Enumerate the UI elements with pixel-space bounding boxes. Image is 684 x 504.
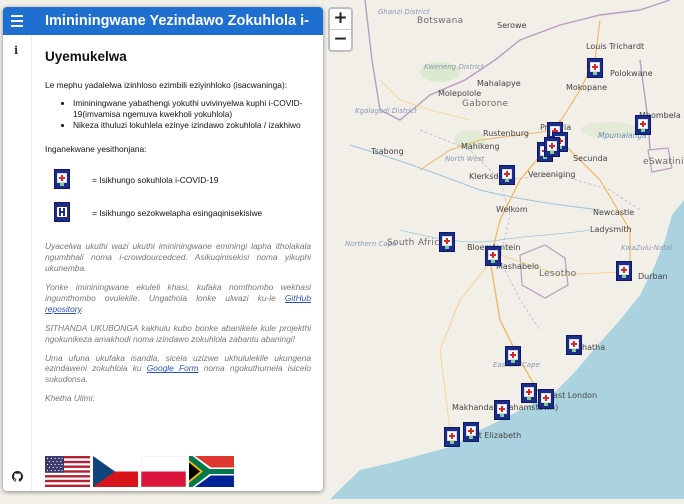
place-label: Mokopane [566,83,608,92]
place-label: eSwatini [643,157,684,167]
covid-testing-marker[interactable] [566,335,582,355]
legend-label: = Isikhungo sezokwelapha esingaqinisekis… [92,208,263,219]
covid-testing-marker[interactable] [538,389,554,409]
covid-testing-marker[interactable] [587,58,603,78]
open-source-text-start: Yonke imininingwane ekuleli khasi, kufak… [45,281,311,303]
contribute-text: Uma ufuna ukufaka isandla, sicela uzizwe… [45,353,311,386]
covid-testing-marker[interactable] [439,232,455,252]
list-item: Nikeza ithuluzi lokuhlela ezinye izindaw… [73,120,311,131]
open-source-text-end: . [81,303,84,314]
covid-testing-marker[interactable] [499,165,515,185]
hospital-marker-icon [54,202,70,223]
place-label: Mahalapye [477,79,521,88]
github-icon[interactable] [12,471,23,482]
list-item: Imininingwane yabathengi yokuthi uviviny… [73,98,311,120]
place-label: Ladysmith [590,225,632,234]
language-label: Khetha Ulimi: [45,393,95,404]
place-label: Lesotho [539,269,577,279]
purpose-list: Imininingwane yabathengi yokuthi uviviny… [45,98,311,131]
open-source-text: Yonke imininingwane ekuleli khasi, kufak… [45,282,311,315]
info-icon[interactable]: i [14,44,18,57]
legend-row-covid: = Isikhungo sokuhlola i-COVID-19 [45,169,311,202]
place-label: Ghanzi District [378,8,430,16]
sidebar-header: Imininingwane Yezindawo Zokuhlola i- [3,7,323,35]
place-label: North West [445,155,485,163]
place-label: Vereeniging [528,170,576,179]
covid-testing-marker[interactable] [494,400,510,420]
covid-testing-marker[interactable] [544,137,560,157]
zoom-out-button[interactable]: − [330,29,351,50]
place-label: Tsabong [371,147,404,156]
covid-testing-marker-icon [54,169,70,190]
google-form-link[interactable]: Google Form [147,363,199,373]
place-label: Rustenburg [483,129,529,138]
place-label: Botswana [417,16,464,26]
place-label: Polokwane [610,69,653,78]
covid-testing-marker[interactable] [485,246,501,266]
place-label: Gaborone [462,99,509,109]
place-label: Kgalagadi District [355,107,418,115]
place-label: Louis Trichardt [586,42,645,51]
place-label: East London [548,391,598,400]
covid-testing-marker[interactable] [463,422,479,442]
flag-polish-icon[interactable] [141,456,186,487]
language-flags [45,456,311,488]
place-label: Molepolole [438,89,482,98]
place-label: Mashabelo [496,262,540,271]
covid-testing-marker[interactable] [521,383,537,403]
place-label: Welkom [496,205,528,214]
sidebar-content: Uyemukelwa Le mephu yadalelwa izinhloso … [45,44,311,487]
thanks-text: SITHANDA UKUBONGA kakhulu kubo bonke aba… [45,322,311,344]
sidebar-title: Imininingwane Yezindawo Zokuhlola i- [45,13,309,29]
legend-title: Inganekwane yesithonjana: [45,144,147,155]
covid-testing-marker[interactable] [635,115,651,135]
flag-south-africa-icon[interactable] [189,456,234,487]
flag-english-icon[interactable] [45,456,90,487]
place-label: Serowe [497,21,527,30]
covid-testing-marker[interactable] [616,261,632,281]
place-label: Kweneng District [424,63,484,71]
flag-czech-icon[interactable] [93,456,138,487]
intro-text: Le mephu yadalelwa izinhloso ezimbili ez… [45,79,288,90]
sidebar-tabs: i [3,35,32,491]
covid-testing-marker[interactable] [444,427,460,447]
disclaimer-text: Uyacelwa ukuthi wazi ukuthi imininingwan… [45,241,311,273]
place-label: KwaZulu-Natal [621,244,673,252]
place-label: Secunda [573,154,608,163]
legend-label: = Isikhungo sokuhlola i-COVID-19 [92,175,219,186]
sidebar-panel: Imininingwane Yezindawo Zokuhlola i- i U… [3,7,323,491]
zoom-control: + − [328,7,353,52]
place-label: Mahikeng [461,142,500,151]
place-label: Newcastle [593,208,635,217]
menu-icon[interactable] [11,15,23,27]
place-label: Durban [638,272,668,281]
zoom-in-button[interactable]: + [330,9,351,29]
place-label: South Africa [387,238,446,248]
welcome-heading: Uyemukelwa [45,49,127,64]
legend-row-hospital: = Isikhungo sezokwelapha esingaqinisekis… [45,202,311,235]
covid-testing-marker[interactable] [505,346,521,366]
